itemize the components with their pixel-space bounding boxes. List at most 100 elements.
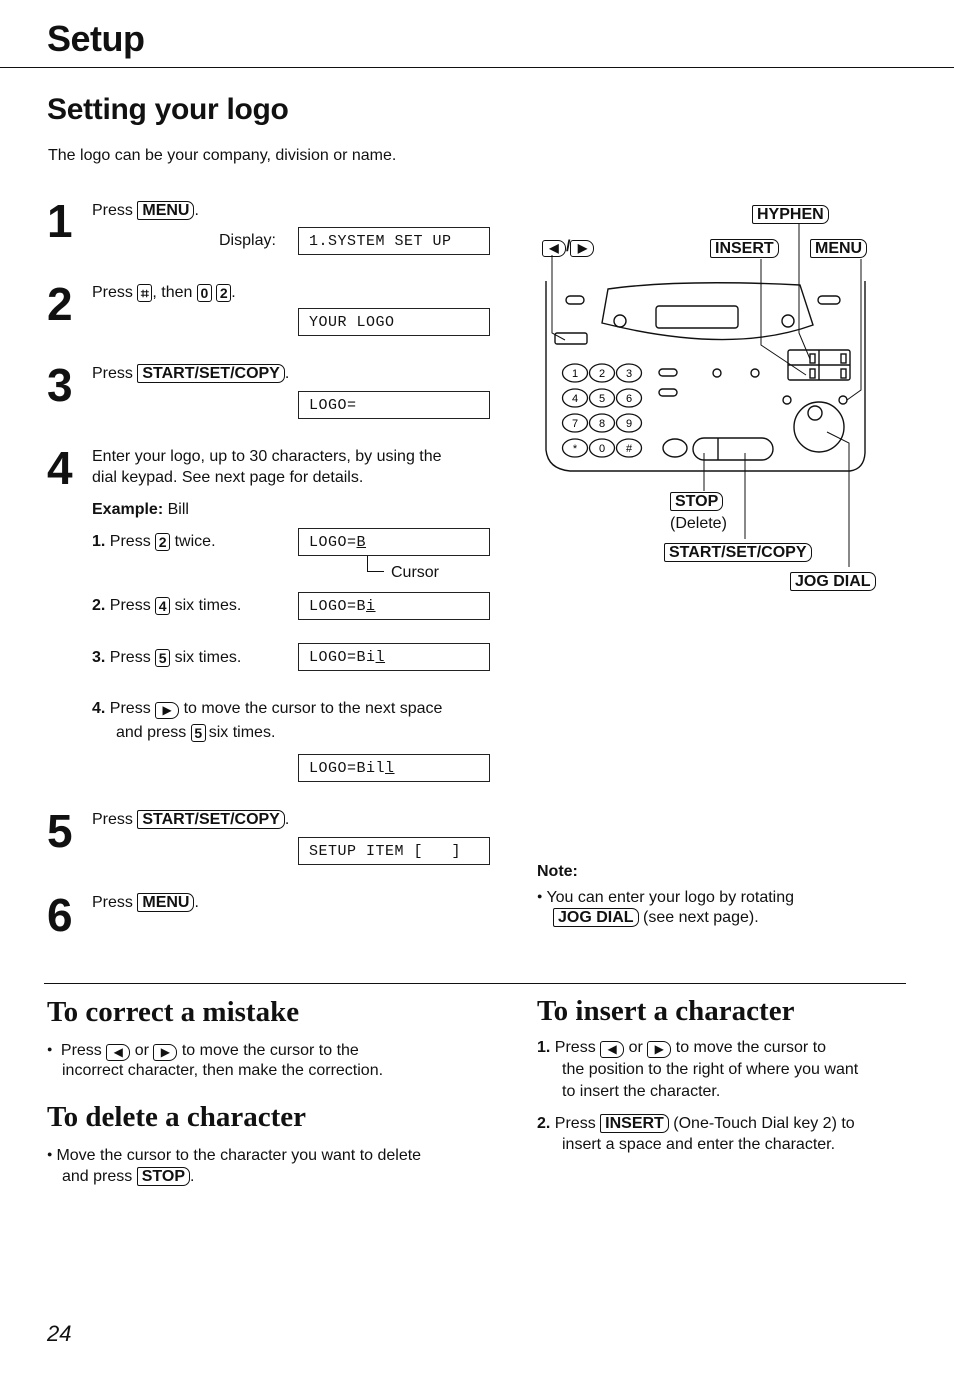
lcd-display: YOUR LOGO (298, 308, 490, 336)
arrow-keys-label: ◀ / ▶ (542, 238, 595, 257)
press-label: Press (109, 597, 151, 614)
press-label: Press (554, 1115, 596, 1132)
punct: . (284, 365, 290, 382)
substep-number: 4. (92, 700, 106, 717)
menu-key: MENU (137, 893, 195, 912)
press-label: Press (92, 365, 133, 382)
insert-key: INSERT (710, 239, 779, 258)
hyphen-label: HYPHEN (752, 205, 829, 224)
key-5: 5 (155, 649, 171, 667)
keypad-label: 4 (572, 393, 578, 405)
delete-label: (Delete) (670, 515, 727, 532)
press-label: Press (92, 284, 133, 301)
left-arrow-key-icon: ◀ (600, 1041, 625, 1058)
step-number: 6 (47, 889, 73, 941)
leader-jog (826, 431, 850, 567)
correct-text: to move the cursor to the (181, 1042, 359, 1059)
left-arrow-key-icon: ◀ (106, 1044, 131, 1061)
start-set-copy-key: START/SET/COPY (137, 364, 285, 383)
step-number: 1 (47, 195, 73, 247)
substep-number: 1. (92, 533, 106, 550)
lcd-text: LOGO= (309, 534, 357, 551)
press-label: Press (109, 700, 151, 717)
example-label: Example: (92, 501, 164, 518)
keypad-label: 5 (599, 393, 605, 405)
delete-title: To delete a character (47, 1101, 307, 1133)
panel-outline (545, 281, 866, 472)
stop-key: STOP (136, 1167, 190, 1186)
stop-key: STOP (670, 492, 724, 511)
insert-item-2: 2. Press INSERT (One-Touch Dial key 2) t… (537, 1114, 855, 1134)
arrow-keys (554, 332, 588, 345)
right-arrow-key-icon: ▶ (155, 702, 180, 719)
hyphen-key: HYPHEN (752, 205, 829, 224)
substep-number: 3. (92, 649, 106, 666)
keypad-label: 3 (626, 368, 632, 380)
stop-label: STOP (670, 492, 724, 511)
lcd-cursor: l (385, 760, 395, 777)
right-arrow-key-icon: ▶ (153, 1044, 178, 1061)
keypad-label: * (573, 443, 578, 455)
note-line1: You can enter your logo by rotating (537, 886, 794, 908)
substep-number: 2. (92, 597, 106, 614)
jog-label: JOG DIAL (790, 572, 876, 591)
or-label: or (134, 1042, 149, 1059)
insert-item-2-line2: insert a space and enter the character. (562, 1136, 836, 1153)
start-label: START/SET/COPY (664, 543, 812, 562)
punct: . (194, 894, 199, 911)
lcd-text: LOGO=Bil (309, 760, 386, 777)
keypad-label: 7 (572, 418, 578, 430)
press-label: Press (92, 811, 133, 828)
substep-text: to move the cursor to the next space (183, 700, 443, 717)
step-5-text: Press START/SET/COPY. (92, 810, 289, 830)
key-2: 2 (216, 284, 232, 302)
jog-dial-key: JOG DIAL (553, 908, 639, 927)
substep-4-line2: and press 5 six times. (116, 723, 275, 743)
start-set-copy-key: START/SET/COPY (137, 810, 285, 829)
example: Example: Bill (92, 500, 189, 520)
substep-text: twice. (174, 533, 216, 550)
press-label: Press (109, 649, 151, 666)
step-number: 5 (47, 805, 73, 857)
punct: . (231, 284, 236, 301)
lcd-display: LOGO=Bill (298, 754, 490, 782)
lcd-display: LOGO=Bi (298, 592, 490, 620)
keypad-label: 0 (599, 443, 605, 455)
substep-text: six times. (208, 724, 276, 741)
note-line2: JOG DIAL (see next page). (553, 908, 759, 928)
left-arrow-key-icon: ◀ (542, 240, 566, 257)
insert-text: (One-Touch Dial key 2) to (673, 1115, 855, 1132)
step-2-text: Press ⌗, then 0 2. (92, 283, 236, 303)
stop-start-keys (692, 437, 774, 461)
press-label: Press (60, 1042, 102, 1059)
lcd-text: LOGO=B (309, 598, 367, 615)
substep-3: 3. Press 5 six times. (92, 648, 241, 668)
key-2: 2 (155, 533, 171, 551)
keypad-label: 8 (599, 418, 605, 430)
display-housing (601, 282, 814, 341)
right-arrow-key-icon: ▶ (647, 1041, 672, 1058)
leader-hyphen (798, 223, 811, 360)
delete-line1: Move the cursor to the character you wan… (47, 1144, 421, 1166)
punct: . (284, 811, 290, 828)
press-label: Press (92, 894, 133, 911)
lcd-text: LOGO=Bi (309, 649, 376, 666)
substep-text: six times. (174, 597, 242, 614)
insert-label: INSERT (710, 239, 779, 258)
correct-title: To correct a mistake (47, 996, 300, 1028)
lcd-cursor: B (356, 534, 367, 551)
cursor-label: Cursor (391, 564, 440, 581)
step-3-text: Press START/SET/COPY. (92, 364, 289, 384)
hash-key: ⌗ (137, 284, 153, 302)
lcd-display: LOGO=Bil (298, 643, 490, 671)
substep-text: and press (116, 724, 187, 741)
delete-text: and press (62, 1168, 133, 1185)
correct-line1: Press ◀ or ▶ to move the cursor to the (47, 1039, 359, 1061)
keypad-label: 2 (599, 368, 605, 380)
substep-4: 4. Press ▶ to move the cursor to the nex… (92, 699, 442, 719)
step-number: 2 (47, 278, 73, 330)
step-number: 4 (47, 442, 73, 494)
step-6-text: Press MENU. (92, 893, 199, 913)
page-title: Setting your logo (47, 93, 289, 126)
correct-line2: incorrect character, then make the corre… (62, 1062, 384, 1079)
